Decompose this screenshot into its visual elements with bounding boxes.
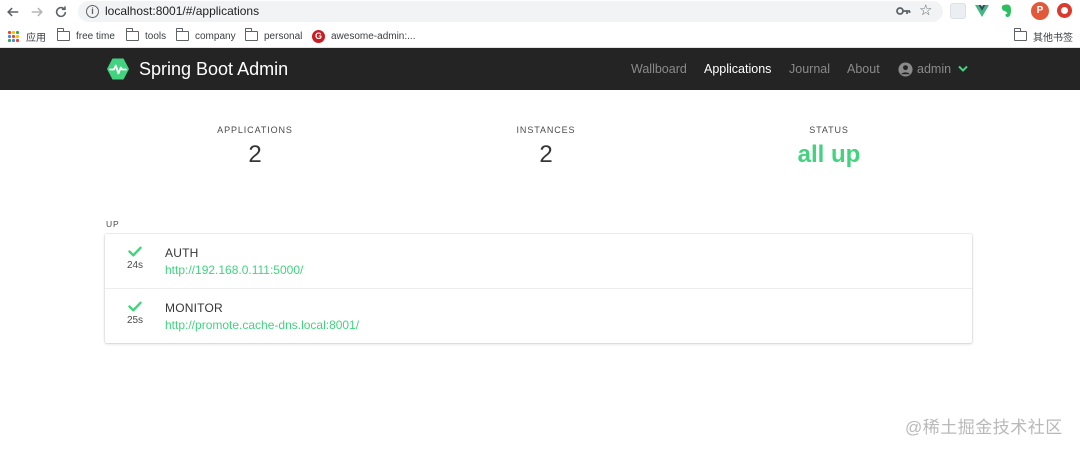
forward-icon[interactable] xyxy=(28,3,46,21)
stat-label: STATUS xyxy=(809,125,849,135)
application-name: MONITOR xyxy=(165,301,223,315)
profile-avatar[interactable]: P xyxy=(1031,2,1049,20)
stat-applications: APPLICATIONS 2 xyxy=(155,125,355,169)
nav-applications[interactable]: Applications xyxy=(704,62,771,76)
top-navbar: Spring Boot Admin Wallboard Applications… xyxy=(0,48,1080,90)
bookmark-awesome-admin[interactable]: G awesome-admin:... xyxy=(312,28,415,44)
nav-about[interactable]: About xyxy=(847,62,880,76)
info-icon[interactable]: i xyxy=(86,5,99,18)
user-name: admin xyxy=(917,62,952,76)
check-icon xyxy=(128,246,142,257)
application-url-link[interactable]: http://192.168.0.111:5000/ xyxy=(165,263,303,277)
check-icon xyxy=(128,301,142,312)
application-name: AUTH xyxy=(165,246,199,260)
application-row[interactable]: 25s MONITOR http://promote.cache-dns.loc… xyxy=(105,288,972,342)
folder-icon xyxy=(176,28,189,41)
spring-boot-admin-logo-icon xyxy=(107,58,129,80)
stat-status: STATUS all up xyxy=(729,125,929,169)
user-menu[interactable]: admin xyxy=(898,60,968,78)
nav-wallboard[interactable]: Wallboard xyxy=(631,62,687,76)
reload-icon[interactable] xyxy=(52,3,70,21)
application-url-link[interactable]: http://promote.cache-dns.local:8001/ xyxy=(165,318,359,332)
bookmarks-bar: 应用 free time tools company personal G aw… xyxy=(0,24,1080,48)
bookmark-label: free time xyxy=(76,30,115,42)
gitee-icon: G xyxy=(312,29,325,43)
bookmark-label: 应用 xyxy=(26,32,46,44)
stat-value: all up xyxy=(797,141,861,168)
brand-link[interactable]: Spring Boot Admin xyxy=(106,57,288,81)
address-bar[interactable]: i localhost:8001/#/applications xyxy=(78,1,943,22)
nav-journal[interactable]: Journal xyxy=(789,62,830,76)
bookmark-tools[interactable]: tools xyxy=(126,28,166,44)
bookmark-other[interactable]: 其他书签 xyxy=(1014,28,1073,44)
address-url[interactable]: localhost:8001/#/applications xyxy=(105,4,259,18)
bookmark-label: company xyxy=(195,30,236,42)
uptime: 25s xyxy=(126,315,144,326)
bookmark-label: 其他书签 xyxy=(1033,32,1073,44)
status-column: 25s xyxy=(120,301,150,326)
folder-icon xyxy=(245,28,258,41)
folder-icon xyxy=(126,28,139,41)
stat-label: APPLICATIONS xyxy=(217,125,293,135)
folder-icon xyxy=(57,28,70,41)
vue-devtools-icon[interactable] xyxy=(974,3,990,19)
back-icon[interactable] xyxy=(4,3,22,21)
stat-value: 2 xyxy=(248,141,262,168)
bookmark-personal[interactable]: personal xyxy=(245,28,302,44)
group-label: UP xyxy=(106,219,120,229)
bookmark-apps[interactable]: 应用 xyxy=(8,28,46,44)
bookmark-label: tools xyxy=(145,30,167,42)
watermark: @稀土掘金技术社区 xyxy=(905,418,1063,437)
key-icon[interactable] xyxy=(895,3,911,19)
application-row[interactable]: 24s AUTH http://192.168.0.111:5000/ xyxy=(105,234,972,288)
bookmark-company[interactable]: company xyxy=(176,28,236,44)
bookmark-label: awesome-admin:... xyxy=(331,30,416,42)
extension-icon[interactable] xyxy=(950,3,966,19)
status-column: 24s xyxy=(120,246,150,271)
folder-icon xyxy=(1014,28,1027,41)
stat-label: INSTANCES xyxy=(516,125,576,135)
stat-instances: INSTANCES 2 xyxy=(446,125,646,169)
bookmark-label: personal xyxy=(264,30,303,42)
extension-red-icon[interactable] xyxy=(1057,3,1072,18)
chevron-down-icon xyxy=(958,65,968,72)
brand-name: Spring Boot Admin xyxy=(139,58,289,79)
apps-grid-icon xyxy=(8,30,19,42)
browser-toolbar: i localhost:8001/#/applications ☆ P xyxy=(0,0,1080,24)
application-list: 24s AUTH http://192.168.0.111:5000/ 25s … xyxy=(105,234,972,343)
bookmark-star-icon[interactable]: ☆ xyxy=(919,1,932,21)
evernote-icon[interactable] xyxy=(998,3,1014,19)
bookmark-free-time[interactable]: free time xyxy=(57,28,115,44)
uptime: 24s xyxy=(126,260,144,271)
user-circle-icon xyxy=(898,61,913,77)
stat-value: 2 xyxy=(539,141,553,168)
